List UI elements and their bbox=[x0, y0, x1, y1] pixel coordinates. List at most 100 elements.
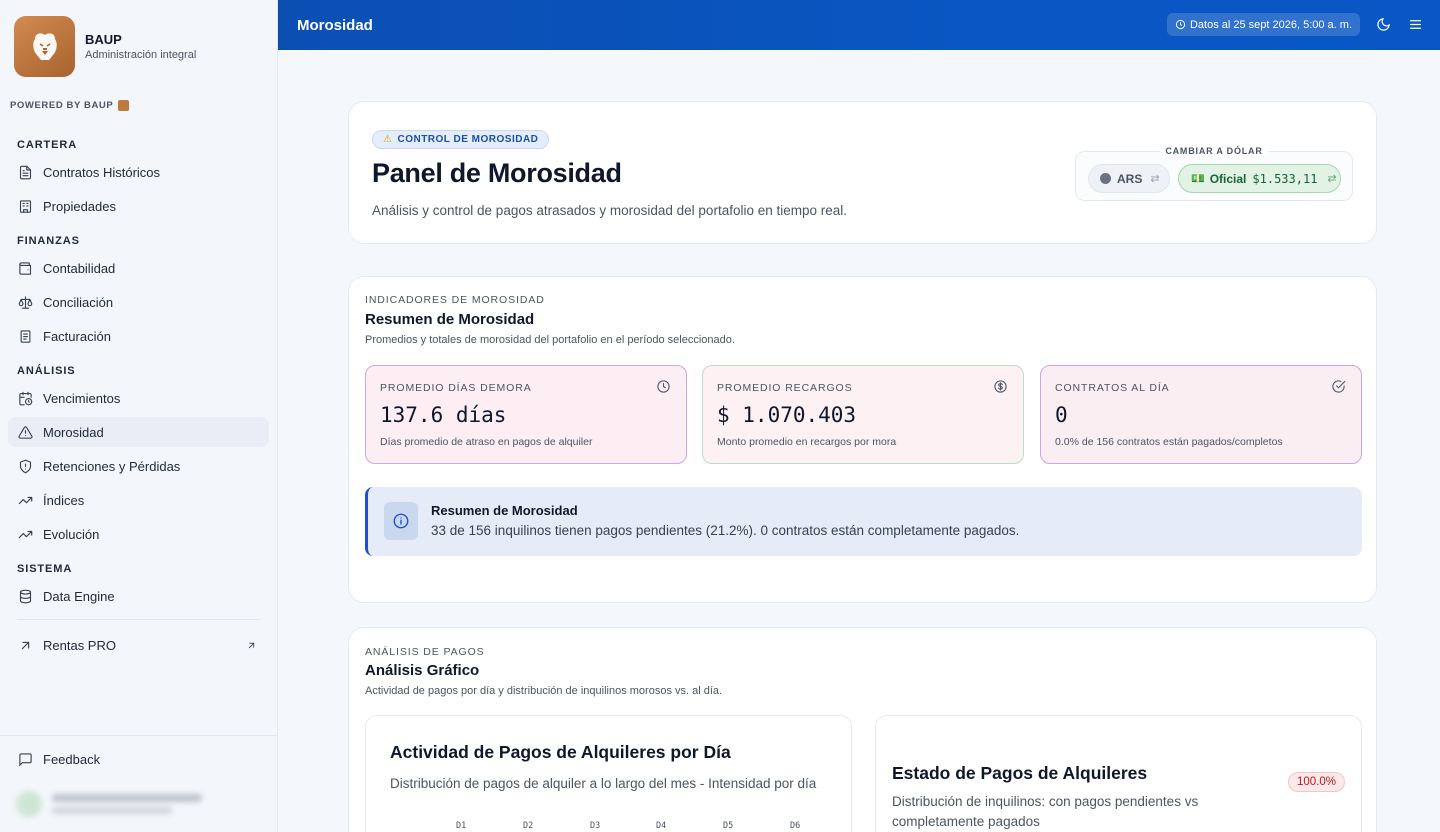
status-chart-subtitle: Distribución de inquilinos: con pagos pe… bbox=[892, 794, 1199, 829]
official-rate-value: $1.533,11 bbox=[1252, 171, 1318, 186]
sidebar-item-label: Propiedades bbox=[43, 198, 116, 214]
feedback-label: Feedback bbox=[43, 752, 101, 767]
hero-card: ⚠ CONTROL DE MOROSIDAD Panel de Morosida… bbox=[348, 101, 1377, 244]
sidebar-item-label: Contabilidad bbox=[43, 260, 116, 276]
currency-switcher: CAMBIAR A DÓLAR ARS ⇄ 💵 Oficial $1.533,1… bbox=[1075, 146, 1353, 201]
swap-icon: ⇄ bbox=[1327, 173, 1337, 185]
data-date-label: Datos al 25 sept 2026, 5:00 a. m. bbox=[1189, 18, 1352, 31]
sidebar-item-vencimientos[interactable]: Vencimientos bbox=[8, 383, 269, 413]
indicators-title: Resumen de Morosidad bbox=[365, 311, 535, 328]
scale-icon bbox=[18, 295, 33, 310]
analysis-subtitle: Actividad de pagos por día y distribució… bbox=[365, 685, 723, 697]
sidebar-item-morosidad[interactable]: Morosidad bbox=[8, 417, 269, 447]
official-dollar-button[interactable]: 💵 Oficial $1.533,11 ⇄ bbox=[1178, 164, 1341, 193]
day-label: D1 bbox=[456, 821, 467, 831]
sidebar-footer: Feedback bbox=[0, 735, 277, 832]
indicators-subtitle: Promedios y totales de morosidad del por… bbox=[365, 334, 735, 346]
sidebar-item-contratos-historicos[interactable]: Contratos Históricos bbox=[8, 157, 269, 187]
calendar-clock-icon bbox=[18, 391, 33, 406]
nav-section-sistema: SISTEMA bbox=[17, 563, 73, 575]
arrow-up-right-icon bbox=[18, 638, 33, 653]
brand-subtitle: Administración integral bbox=[85, 49, 197, 61]
feedback-button[interactable]: Feedback bbox=[18, 752, 100, 767]
control-badge-label: CONTROL DE MOROSIDAD bbox=[397, 134, 539, 145]
main-content: ⚠ CONTROL DE MOROSIDAD Panel de Morosida… bbox=[278, 50, 1440, 832]
clock-icon bbox=[656, 379, 672, 395]
nav-section-analisis: ANÁLISIS bbox=[17, 365, 76, 377]
kpi-label: PROMEDIO DÍAS DEMORA bbox=[380, 382, 532, 394]
day-label: D3 bbox=[590, 821, 601, 831]
sidebar: BAUP Administración integral POWERED BY … bbox=[0, 0, 278, 832]
day-label: D6 bbox=[790, 821, 801, 831]
control-badge: ⚠ CONTROL DE MOROSIDAD bbox=[372, 130, 550, 149]
sidebar-item-rentas-pro[interactable]: Rentas PRO bbox=[8, 630, 269, 660]
sidebar-item-label: Morosidad bbox=[43, 424, 104, 440]
shield-icon bbox=[18, 459, 33, 474]
database-icon bbox=[18, 589, 33, 604]
ars-label: ARS bbox=[1117, 171, 1143, 186]
nav-section-cartera: CARTERA bbox=[17, 139, 78, 151]
clock-icon bbox=[1175, 19, 1186, 30]
ars-currency-button[interactable]: ARS ⇄ bbox=[1088, 164, 1170, 193]
currency-switcher-label: CAMBIAR A DÓLAR bbox=[1159, 146, 1269, 156]
sidebar-item-label: Vencimientos bbox=[43, 390, 121, 406]
indicators-eyebrow: INDICADORES DE MOROSIDAD bbox=[365, 294, 545, 306]
activity-chart-title: Actividad de Pagos de Alquileres por Día bbox=[390, 742, 731, 762]
user-profile-redacted[interactable] bbox=[16, 786, 261, 822]
kpi-promedio-dias-demora: PROMEDIO DÍAS DEMORA 137.6 días Días pro… bbox=[365, 365, 687, 464]
check-circle-icon bbox=[1331, 379, 1347, 395]
message-square-icon bbox=[19, 753, 32, 767]
status-chart-title: Estado de Pagos de Alquileres bbox=[892, 763, 1148, 783]
sidebar-item-label: Conciliación bbox=[43, 294, 114, 310]
sidebar-item-label: Índices bbox=[43, 492, 85, 508]
sidebar-item-facturacion[interactable]: Facturación bbox=[8, 321, 269, 351]
page-header-title: Morosidad bbox=[297, 16, 373, 34]
brand-logo bbox=[14, 16, 75, 77]
wallet-icon bbox=[18, 261, 33, 276]
sidebar-item-retenciones[interactable]: Retenciones y Pérdidas bbox=[8, 451, 269, 481]
file-text-icon bbox=[18, 165, 33, 180]
banknote-icon: 💵 bbox=[1191, 173, 1205, 185]
sidebar-item-evolucion[interactable]: Evolución bbox=[8, 519, 269, 549]
top-header: Morosidad Datos al 25 sept 2026, 5:00 a.… bbox=[278, 0, 1440, 50]
summary-alert: Resumen de Morosidad 33 de 156 inquilino… bbox=[365, 487, 1362, 556]
external-link-icon bbox=[244, 638, 259, 653]
sidebar-item-conciliacion[interactable]: Conciliación bbox=[8, 287, 269, 317]
alert-triangle-icon bbox=[18, 425, 33, 440]
menu-button[interactable] bbox=[1406, 16, 1424, 34]
payment-status-chart-card: Estado de Pagos de Alquileres Distribuci… bbox=[875, 715, 1362, 832]
lion-logo-icon bbox=[32, 32, 57, 60]
status-percentage-badge: 100.0% bbox=[1287, 772, 1345, 792]
kpi-label: CONTRATOS AL DÍA bbox=[1055, 382, 1170, 394]
avatar bbox=[16, 791, 42, 817]
sidebar-nav: CARTERA Contratos Históricos Propiedades… bbox=[8, 133, 269, 664]
nav-section-finanzas: FINANZAS bbox=[17, 235, 80, 247]
warning-icon: ⚠ bbox=[383, 134, 393, 145]
powered-by: POWERED BY BAUP bbox=[10, 100, 130, 111]
sidebar-item-label: Rentas PRO bbox=[43, 637, 116, 653]
kpi-value: $ 1.070.403 bbox=[717, 403, 857, 427]
brand[interactable]: BAUP Administración integral bbox=[14, 16, 196, 77]
kpi-description: Días promedio de atraso en pagos de alqu… bbox=[380, 436, 593, 448]
dollar-circle-icon bbox=[993, 379, 1009, 395]
sidebar-item-indices[interactable]: Índices bbox=[8, 485, 269, 515]
ars-dot-icon bbox=[1100, 173, 1111, 184]
trending-up-icon bbox=[18, 493, 33, 508]
kpi-promedio-recargos: PROMEDIO RECARGOS $ 1.070.403 Monto prom… bbox=[702, 365, 1024, 464]
alert-text: 33 de 156 inquilinos tienen pagos pendie… bbox=[431, 523, 1020, 538]
kpi-contratos-al-dia: CONTRATOS AL DÍA 0 0.0% de 156 contratos… bbox=[1040, 365, 1362, 464]
activity-chart-subtitle: Distribución de pagos de alquiler a lo l… bbox=[390, 776, 817, 791]
day-label: D2 bbox=[523, 821, 534, 831]
sidebar-item-data-engine[interactable]: Data Engine bbox=[8, 581, 269, 611]
hamburger-menu-icon bbox=[1409, 20, 1421, 29]
sidebar-item-label: Facturación bbox=[43, 328, 111, 344]
sidebar-item-contabilidad[interactable]: Contabilidad bbox=[8, 253, 269, 283]
analysis-card: ANÁLISIS DE PAGOS Análisis Gráfico Activ… bbox=[348, 627, 1377, 832]
sidebar-item-propiedades[interactable]: Propiedades bbox=[8, 191, 269, 221]
day-axis: D1 D2 D3 D4 D5 D6 bbox=[366, 821, 853, 832]
theme-toggle-button[interactable] bbox=[1374, 16, 1392, 34]
sidebar-item-label: Retenciones y Pérdidas bbox=[43, 458, 181, 474]
trending-up-icon bbox=[18, 527, 33, 542]
sidebar-divider bbox=[17, 619, 260, 620]
kpi-description: Monto promedio en recargos por mora bbox=[717, 436, 897, 448]
